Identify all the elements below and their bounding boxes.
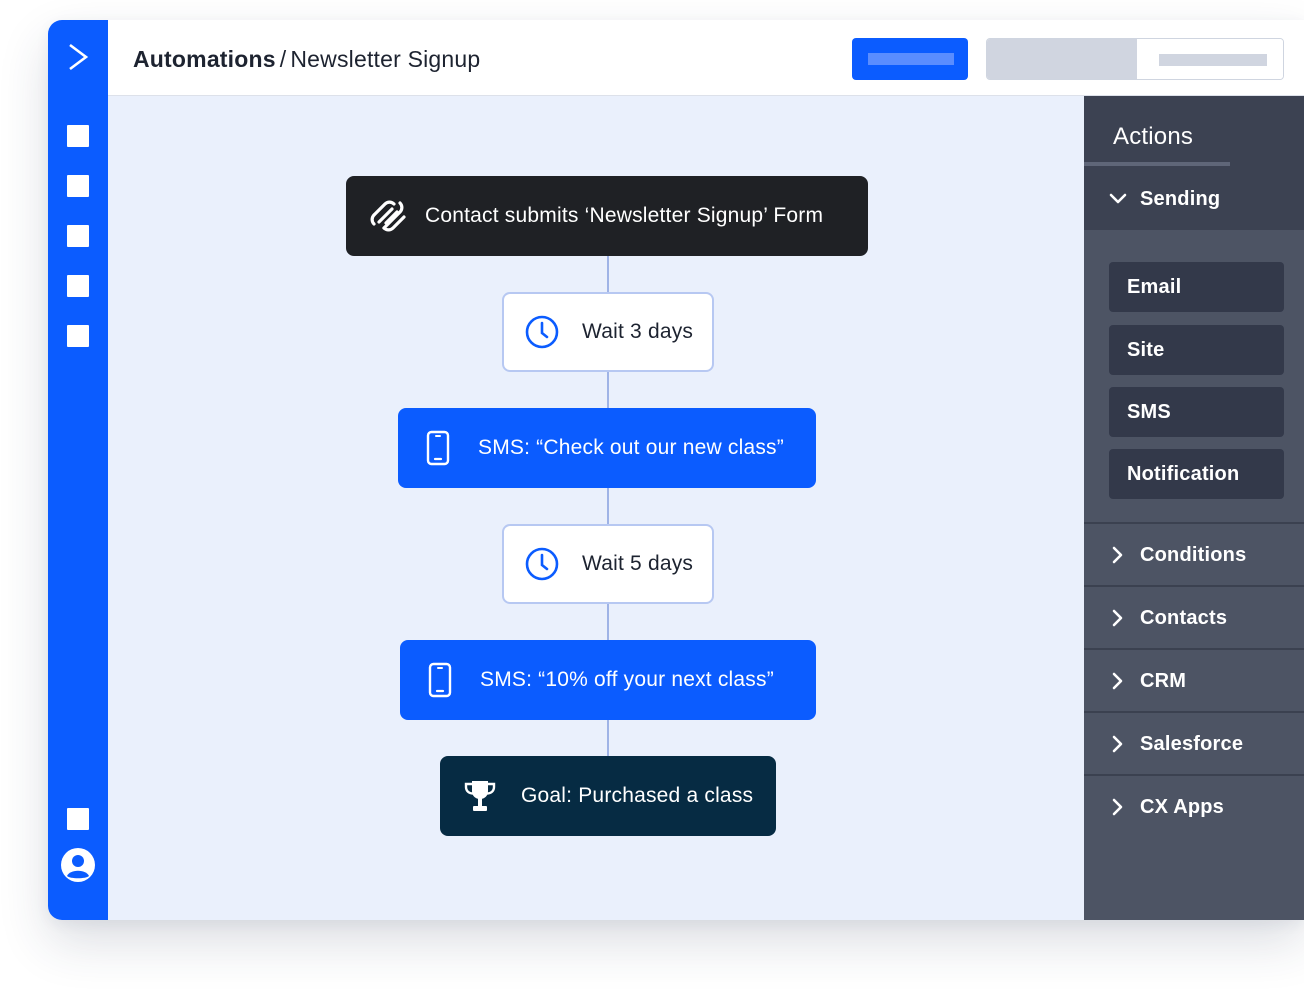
category-label: CRM [1140,669,1187,692]
connector-line [607,488,609,528]
wait-node[interactable]: Wait 3 days [502,292,714,372]
chevron-right-icon [1112,546,1123,564]
connector-line [607,372,609,412]
category-label: Conditions [1140,543,1247,566]
breadcrumb: Automations / Newsletter Signup [133,46,480,73]
connector-line [607,256,609,296]
chevron-down-icon [1109,193,1127,204]
chevron-right-icon [1112,735,1123,753]
workflow-canvas: Contact submits ‘Newsletter Signup’ Form… [108,96,1084,920]
breadcrumb-separator: / [279,46,287,72]
goal-label: Goal: Purchased a class [521,784,754,807]
user-avatar-icon[interactable] [60,847,96,883]
category-sending[interactable]: Sending [1084,168,1304,230]
nav-item-5-icon[interactable] [67,325,89,347]
action-item-email[interactable]: Email [1109,262,1284,312]
segmented-control [986,38,1284,80]
top-header: Automations / Newsletter Signup [108,20,1304,96]
connector-line [607,720,609,760]
chevron-right-icon [1112,798,1123,816]
action-item-site[interactable]: Site [1109,325,1284,375]
sms-action-node[interactable]: SMS: “10% off your next class” [400,640,816,720]
wait-label: Wait 3 days [582,320,694,343]
breadcrumb-root-link[interactable]: Automations [133,46,276,72]
panel-title-underline [1084,162,1230,166]
sms-label: SMS: “Check out our new class” [478,436,784,459]
trigger-node[interactable]: Contact submits ‘Newsletter Signup’ Form [346,176,868,256]
category-label: Salesforce [1140,732,1244,755]
sms-label: SMS: “10% off your next class” [480,668,774,691]
segment-right-placeholder [1159,54,1267,66]
left-nav-rail [48,20,108,920]
category-crm[interactable]: CRM [1084,650,1304,712]
nav-item-4-icon[interactable] [67,275,89,297]
nav-item-3-icon[interactable] [67,225,89,247]
segment-right-button[interactable] [1137,39,1283,79]
mobile-phone-icon [424,430,452,466]
wait-node[interactable]: Wait 5 days [502,524,714,604]
nav-item-settings-icon[interactable] [67,808,89,830]
brand-logo-icon[interactable] [66,42,90,72]
mobile-phone-icon [426,662,454,698]
category-salesforce[interactable]: Salesforce [1084,713,1304,775]
connector-line [607,604,609,644]
chevron-right-icon [1112,672,1123,690]
panel-title: Actions [1113,123,1194,150]
category-label: Contacts [1140,606,1228,629]
nav-item-1-icon[interactable] [67,125,89,147]
category-label: Sending [1140,187,1221,210]
clock-icon [524,314,560,350]
trophy-icon [462,778,498,814]
category-contacts[interactable]: Contacts [1084,587,1304,649]
action-item-sms[interactable]: SMS [1109,387,1284,437]
goal-node[interactable]: Goal: Purchased a class [440,756,776,836]
chevron-right-icon [1112,609,1123,627]
wait-label: Wait 5 days [582,552,694,575]
app-window: Automations / Newsletter Signup Contact … [48,20,1304,920]
segment-left-button[interactable] [987,39,1137,79]
category-cx-apps[interactable]: CX Apps [1084,776,1304,838]
sms-action-node[interactable]: SMS: “Check out our new class” [398,408,816,488]
breadcrumb-current: Newsletter Signup [290,46,481,72]
trigger-label: Contact submits ‘Newsletter Signup’ Form [425,204,824,227]
action-item-notification[interactable]: Notification [1109,449,1284,499]
squarespace-icon [368,195,410,237]
primary-action-button[interactable] [852,38,968,80]
clock-icon [524,546,560,582]
category-label: CX Apps [1140,795,1224,818]
actions-panel: Actions Sending Email Site SMS Notificat… [1084,96,1304,920]
nav-item-2-icon[interactable] [67,175,89,197]
category-conditions[interactable]: Conditions [1084,524,1304,586]
primary-button-placeholder [868,53,954,65]
